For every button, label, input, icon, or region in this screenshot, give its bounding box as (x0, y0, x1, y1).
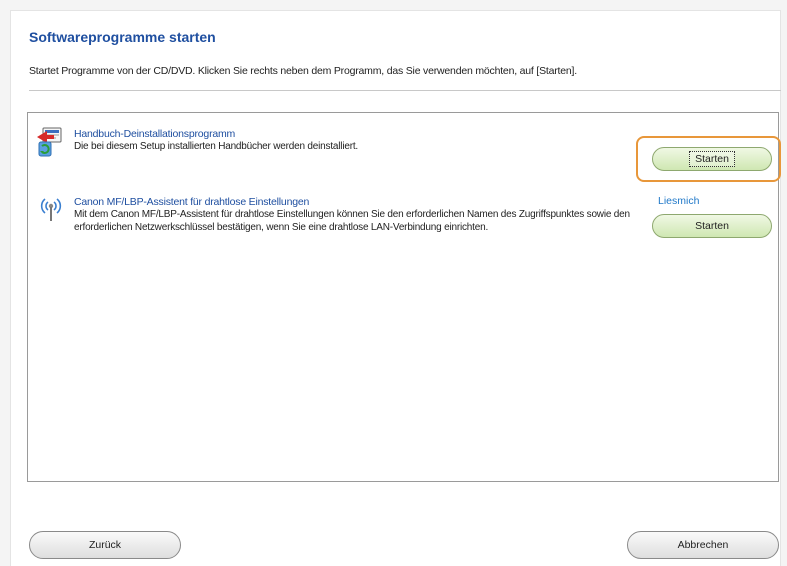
back-button-label: Zurück (88, 539, 122, 551)
uninstall-manual-icon (34, 124, 68, 163)
start-button-label: Starten (695, 220, 729, 232)
cancel-button-label: Abbrechen (677, 539, 729, 551)
program-description-wireless: Mit dem Canon MF/LBP-Assistent für draht… (74, 209, 630, 233)
readme-link[interactable]: Liesmich (658, 195, 699, 207)
wireless-icon (34, 194, 68, 229)
program-name-uninstall: Handbuch-Deinstallationsprogramm (74, 128, 236, 140)
cancel-button[interactable]: Abbrechen (627, 531, 779, 559)
window-left-edge (0, 10, 11, 566)
start-button-uninstall[interactable]: Starten (652, 147, 772, 171)
page-title: Softwareprogramme starten (29, 29, 216, 45)
divider (29, 90, 781, 91)
start-button-label: Starten (689, 151, 735, 167)
program-description-uninstall: Die bei diesem Setup installierten Handb… (74, 141, 358, 152)
window-right-edge (780, 10, 787, 566)
back-button[interactable]: Zurück (29, 531, 181, 559)
page-description: Startet Programme von der CD/DVD. Klicke… (29, 65, 577, 77)
start-button-wireless[interactable]: Starten (652, 214, 772, 238)
program-name-wireless: Canon MF/LBP-Assistent für drahtlose Ein… (74, 196, 310, 208)
window-top-edge (0, 0, 787, 11)
